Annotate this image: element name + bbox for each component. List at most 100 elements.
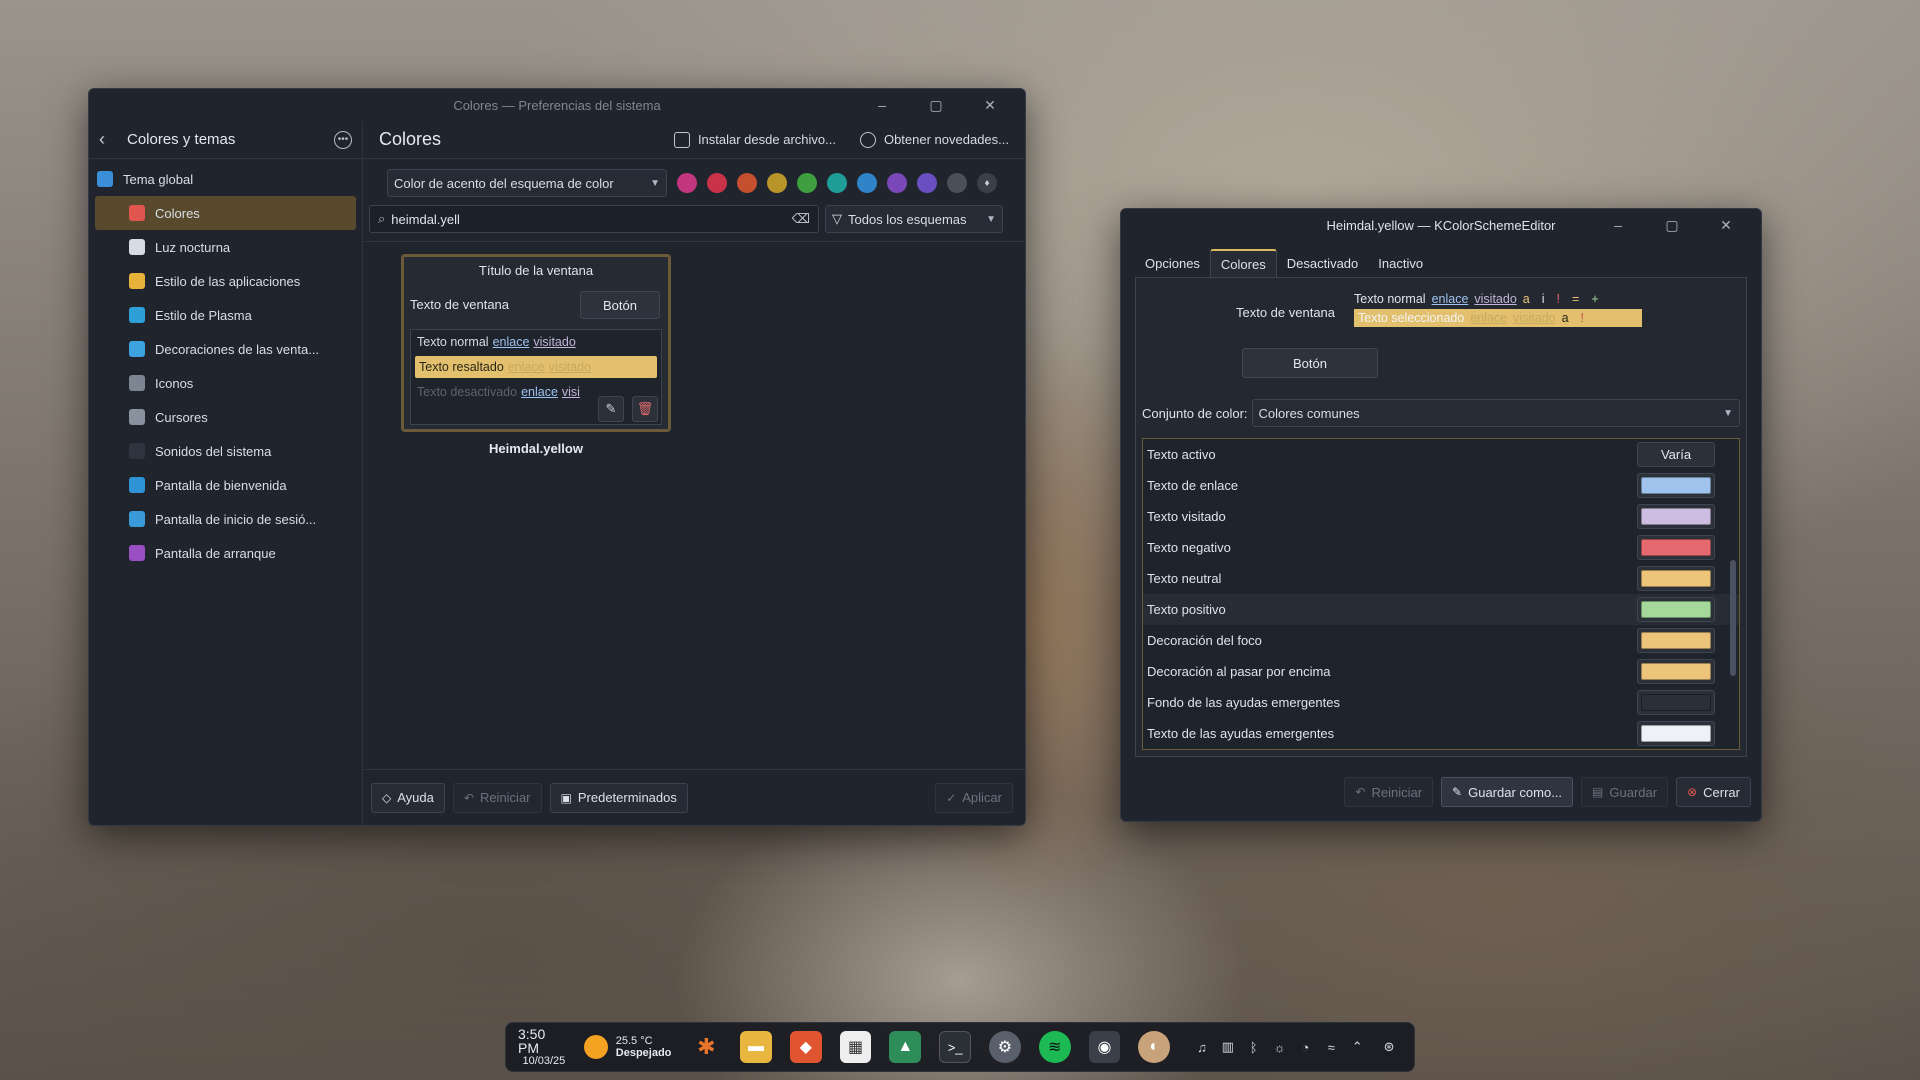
accent-swatch-7[interactable] (857, 173, 877, 193)
color-set-row: Conjunto de color: Colores comunes ▼ (1142, 399, 1740, 427)
reset-button[interactable]: ↶ Reiniciar (1344, 777, 1434, 807)
maximize-button[interactable]: ▢ (909, 89, 963, 121)
tab-colores[interactable]: Colores (1209, 249, 1277, 277)
sidebar-item-label: Cursores (155, 409, 208, 425)
search-icon: ⌕ (378, 211, 386, 226)
install-from-file-button[interactable]: Instalar desde archivo... (673, 131, 836, 148)
color-set-label: Conjunto de color: (1142, 405, 1248, 421)
sun-icon (583, 1035, 608, 1059)
sidebar-item-splash-screen[interactable]: Pantalla de bienvenida (95, 468, 356, 502)
notifications-icon[interactable]: ♫ (1193, 1038, 1211, 1056)
gitlab-icon[interactable]: ◆ (789, 1031, 822, 1063)
color-picker-button[interactable] (1637, 535, 1715, 560)
table-scrollbar[interactable] (1730, 560, 1736, 676)
clear-search-icon[interactable]: ⌫ (792, 211, 810, 227)
color-swatch (1641, 601, 1711, 618)
edit-scheme-button[interactable]: ✎ (598, 396, 624, 422)
brightness-icon[interactable]: ☼ (1271, 1038, 1289, 1056)
sidebar-item-colors[interactable]: Colores (95, 196, 356, 230)
color-picker-button[interactable] (1637, 659, 1715, 684)
wifi-icon[interactable]: ≈ (1322, 1038, 1340, 1056)
search-input[interactable]: ⌕ heimdal.yell ⌫ (369, 205, 819, 233)
accent-swatch-9[interactable] (917, 173, 937, 193)
accent-swatch-10[interactable] (947, 173, 967, 193)
sidebar-item-night-light[interactable]: Luz nocturna (95, 230, 356, 264)
expand-tray-icon[interactable]: ⌃ (1348, 1038, 1366, 1056)
tab-desactivado[interactable]: Desactivado (1277, 249, 1369, 277)
sidebar-item-icons[interactable]: Iconos (95, 366, 356, 400)
sidebar-item-login-screen[interactable]: Pantalla de inicio de sesió... (95, 502, 356, 536)
more-options-icon[interactable]: ••• (334, 130, 352, 149)
color-picker-button[interactable] (1637, 721, 1715, 746)
varies-button[interactable]: Varía (1637, 442, 1715, 467)
accent-swatch-5[interactable] (797, 173, 817, 193)
color-picker-button[interactable] (1637, 566, 1715, 591)
accent-swatch-2[interactable] (707, 173, 727, 193)
accent-swatch-6[interactable] (827, 173, 847, 193)
sidebar-item-window-decorations[interactable]: Decoraciones de las venta... (95, 332, 356, 366)
table-row: Texto activo Varía (1143, 439, 1739, 470)
plasma-style-icon (129, 307, 145, 323)
help-button[interactable]: ◇ Ayuda (371, 782, 445, 813)
color-picker-button[interactable] (1637, 504, 1715, 529)
terminal-icon[interactable]: >_ (939, 1031, 972, 1063)
weather-widget[interactable]: 25.5 °C Despejado (583, 1035, 671, 1059)
image-viewer-icon[interactable]: ▲ (889, 1031, 922, 1063)
software-store-icon[interactable]: ▦ (839, 1031, 872, 1063)
sidebar-item-system-sounds[interactable]: Sonidos del sistema (95, 434, 356, 468)
color-picker-button[interactable] (1637, 473, 1715, 498)
trash-icon: 🗑 (636, 401, 654, 416)
save-as-button[interactable]: ✎ Guardar como... (1441, 777, 1574, 807)
peek-desktop-icon[interactable]: ⊛ (1380, 1038, 1398, 1056)
color-picker-button[interactable] (1637, 597, 1715, 622)
apply-button[interactable]: ✓ Aplicar (935, 782, 1013, 813)
tab-inactivo[interactable]: Inactivo (1368, 249, 1433, 277)
back-arrow-icon[interactable]: ‹ (99, 129, 121, 150)
custom-color-dropper-icon[interactable]: ♦ (977, 173, 997, 193)
reset-button[interactable]: ↶ Reiniciar (452, 782, 542, 813)
sidebar-list: Tema global Colores Luz nocturna Estilo de … (89, 159, 362, 573)
scheme-filter-select[interactable]: ▽ Todos los esquemas ▼ (825, 205, 1003, 233)
sidebar-item-app-style[interactable]: Estilo de las aplicaciones (95, 264, 356, 298)
file-manager-icon[interactable]: ▬ (740, 1031, 772, 1063)
clock[interactable]: 3:50 PM 10/03/25 (518, 1026, 570, 1068)
editor-titlebar[interactable]: Heimdal.yellow — KColorSchemeEditor – ▢ … (1121, 209, 1761, 241)
accent-color-select[interactable]: Color de acento del esquema de color ▼ (387, 169, 667, 197)
sailing-app-icon[interactable]: ◐ (1138, 1031, 1171, 1063)
sidebar-item-boot-screen[interactable]: Pantalla de arranque (95, 536, 356, 570)
get-new-button[interactable]: Obtener novedades... (859, 131, 1009, 148)
system-settings-window: Colores — Preferencias del sistema – ▢ ✕… (88, 88, 1026, 826)
save-button[interactable]: ▤ Guardar (1581, 777, 1669, 807)
accent-swatch-1[interactable] (677, 173, 697, 193)
accent-swatch-8[interactable] (887, 173, 907, 193)
sidebar-item-plasma-style[interactable]: Estilo de Plasma (95, 298, 356, 332)
color-set-select[interactable]: Colores comunes ▼ (1251, 399, 1740, 427)
spotify-icon[interactable]: ≋ (1038, 1031, 1071, 1063)
scheme-preview-card[interactable]: Título de la ventana Texto de ventana Bo… (401, 254, 671, 432)
color-picker-button[interactable] (1637, 628, 1715, 653)
delete-scheme-button[interactable]: 🗑 (632, 396, 658, 422)
close-editor-button[interactable]: ⊗ Cerrar (1676, 777, 1751, 807)
kde-launcher-icon[interactable]: ✱ (690, 1031, 722, 1063)
clipboard-icon[interactable]: ▥ (1219, 1038, 1237, 1056)
bluetooth-icon[interactable]: ᛒ (1245, 1038, 1263, 1056)
accent-swatch-3[interactable] (737, 173, 757, 193)
sidebar-item-global-theme[interactable]: Tema global (95, 162, 356, 196)
color-picker-button[interactable] (1637, 690, 1715, 715)
accent-swatch-4[interactable] (767, 173, 787, 193)
maximize-button[interactable]: ▢ (1645, 209, 1699, 241)
close-button[interactable]: ✕ (1699, 209, 1753, 241)
sidebar-item-cursors[interactable]: Cursores (95, 400, 356, 434)
minimize-button[interactable]: – (1591, 209, 1645, 241)
window-decorations-icon (129, 341, 145, 357)
color-scheme-editor-icon[interactable]: ◉ (1088, 1031, 1121, 1063)
minimize-button[interactable]: – (855, 89, 909, 121)
close-button[interactable]: ✕ (963, 89, 1017, 121)
battery-icon[interactable]: ◔ (1297, 1038, 1315, 1056)
settings-titlebar[interactable]: Colores — Preferencias del sistema – ▢ ✕ (89, 89, 1025, 121)
defaults-button[interactable]: ▣ Predeterminados (549, 782, 688, 813)
system-settings-icon[interactable]: ⚙ (989, 1031, 1021, 1063)
tab-opciones[interactable]: Opciones (1135, 249, 1210, 277)
check-icon: ✓ (946, 790, 957, 805)
color-swatch (1641, 632, 1711, 649)
